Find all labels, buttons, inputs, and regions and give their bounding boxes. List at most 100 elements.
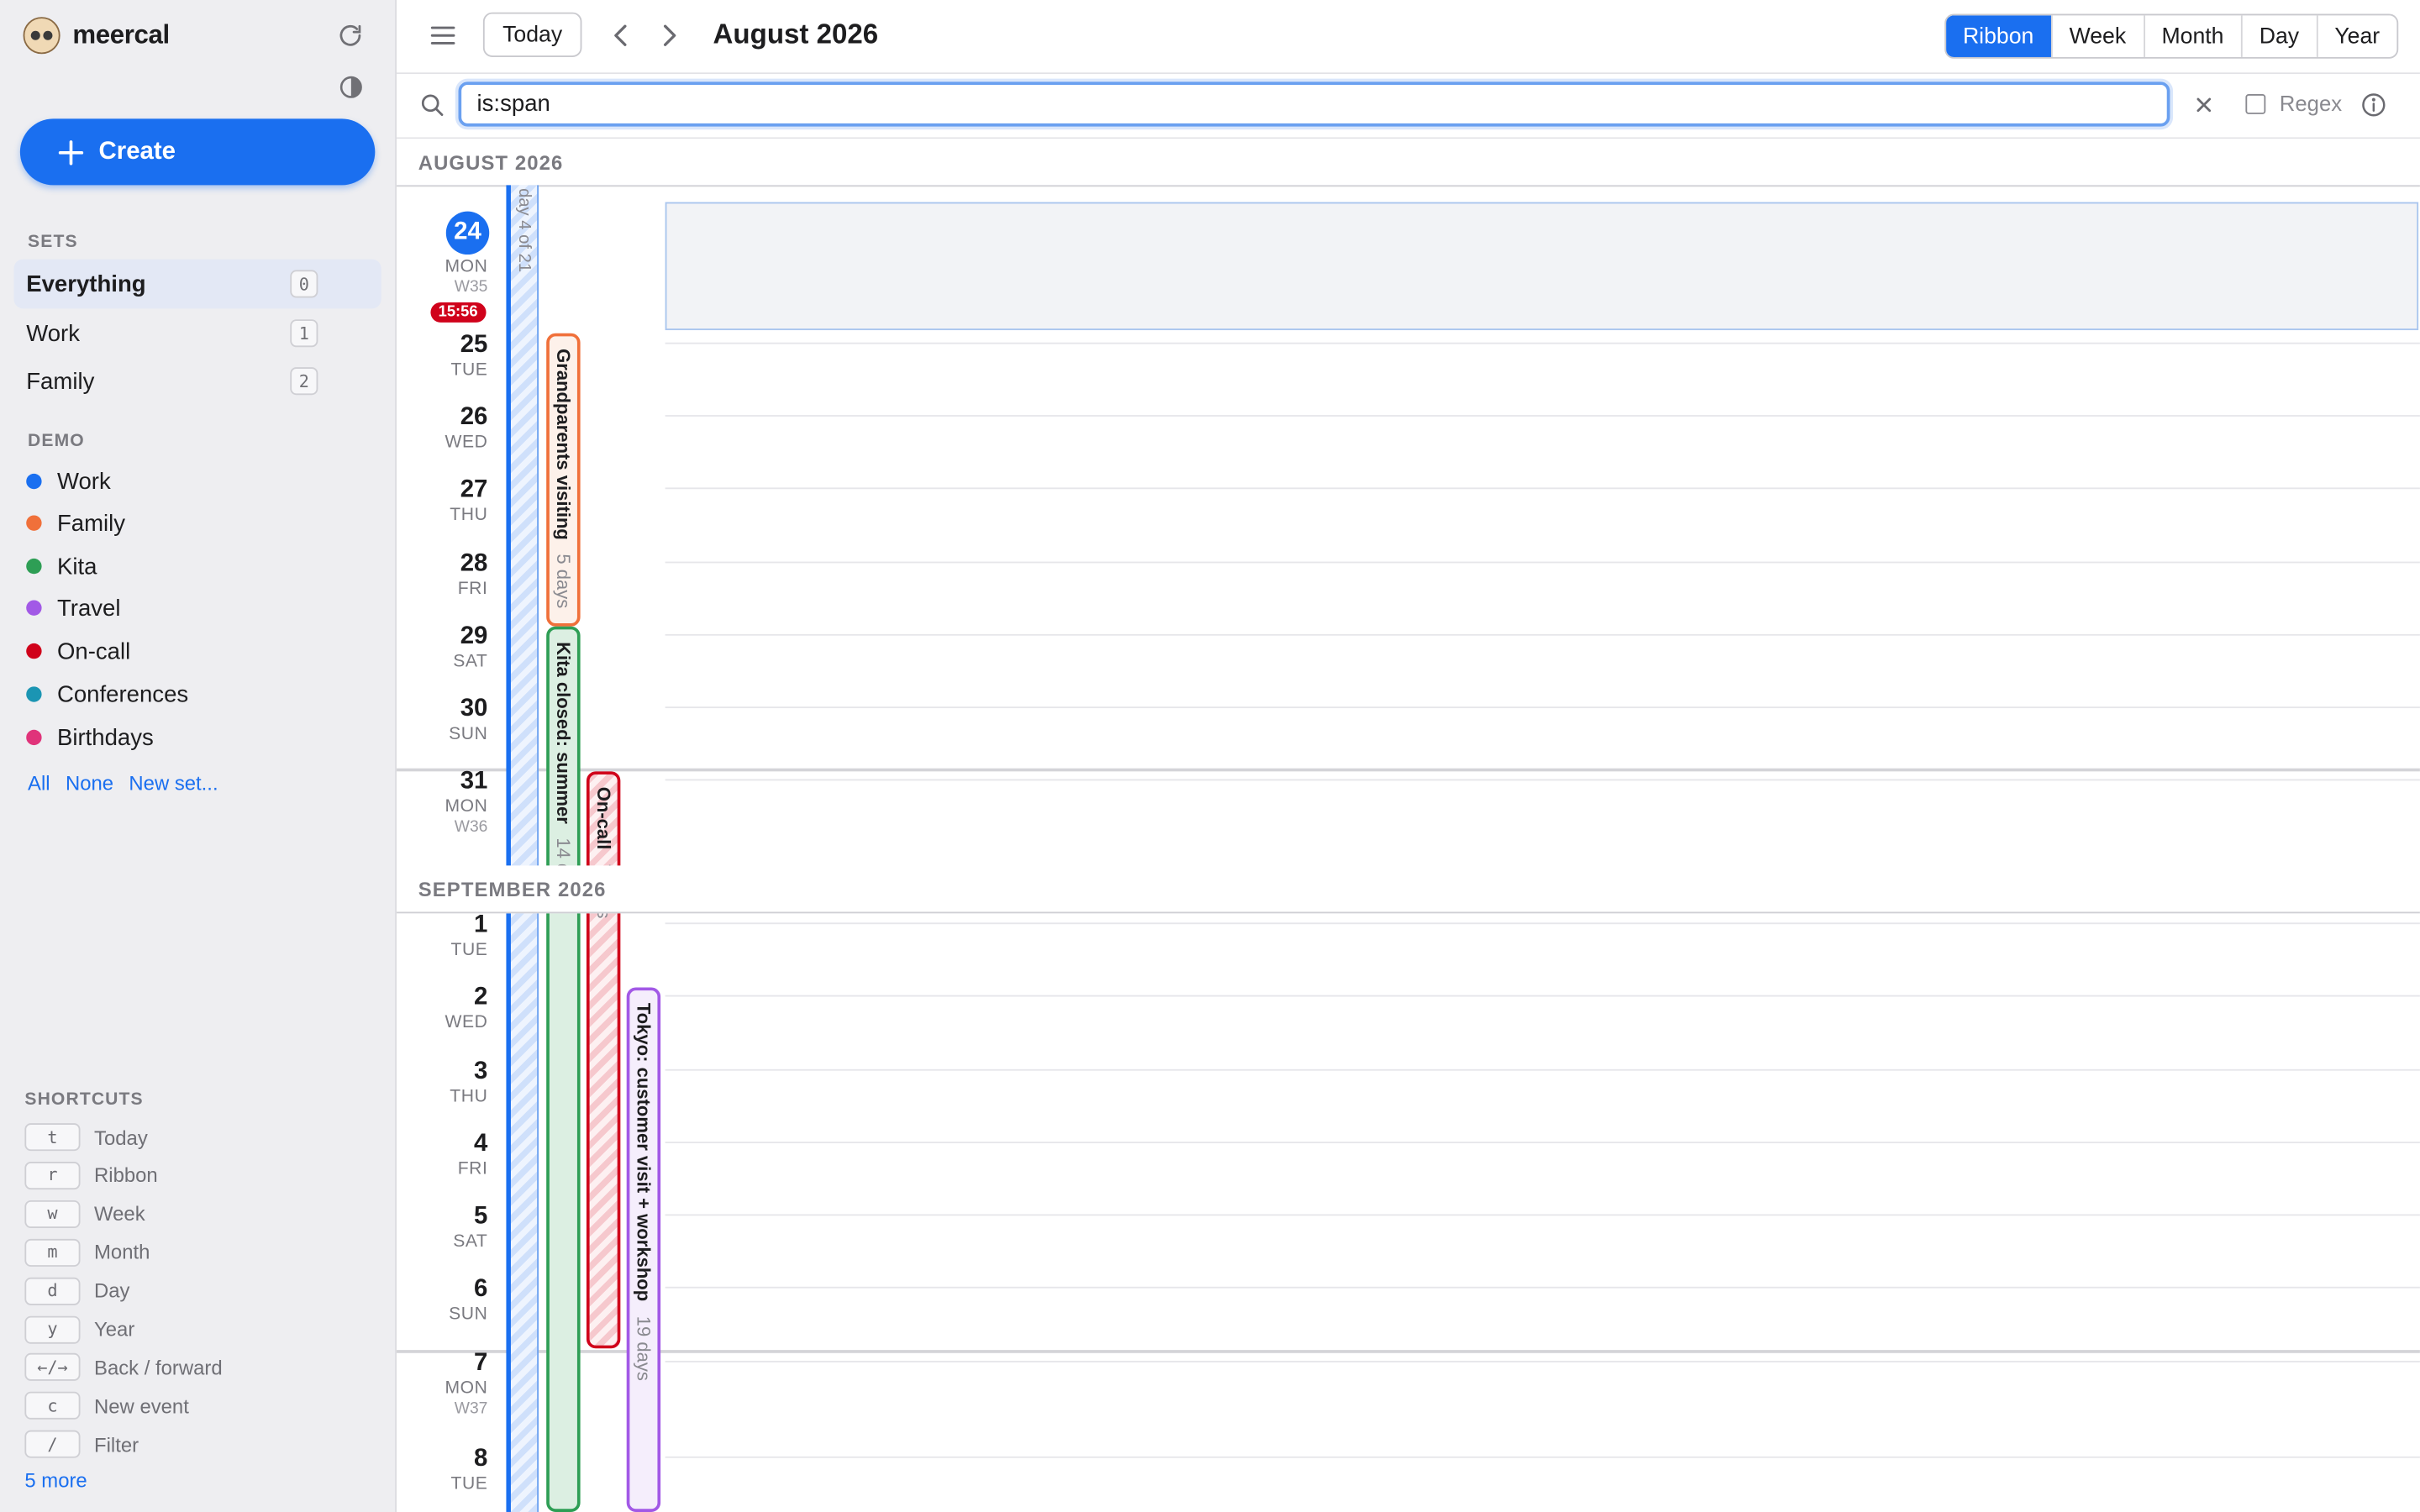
event-bar-family[interactable]: Grandparents visiting 5 days [546, 333, 581, 627]
day-label[interactable]: 27 THU [397, 477, 487, 527]
day-label[interactable]: 3 THU [397, 1058, 487, 1108]
day-number: 8 [474, 1445, 488, 1473]
event-bar-kita[interactable]: Kita closed: summer14 days [546, 626, 581, 1512]
event-title: Grandparents visiting [552, 349, 575, 540]
day-of-week: SUN [449, 725, 488, 744]
set-links: All None New set... [28, 771, 218, 795]
calendar-name: Travel [56, 595, 121, 622]
event-bar-work[interactable]: day 4 of 21 [506, 185, 539, 1512]
view-ribbon-button[interactable]: Ribbon [1945, 15, 2051, 57]
event-bar-on-call[interactable]: On-call7 days [586, 771, 621, 1349]
calendar-item-on-call[interactable]: On-call [26, 634, 130, 668]
event-duration: 19 days [633, 1315, 655, 1380]
view-week-button[interactable]: Week [2050, 15, 2144, 57]
event-bar-travel[interactable]: Tokyo: customer visit + workshop 19 days [626, 987, 661, 1512]
day-label[interactable]: 1 TUE [397, 911, 487, 961]
info-icon[interactable] [2360, 91, 2387, 118]
set-name: Everything [26, 270, 146, 297]
set-count-badge: 0 [290, 270, 318, 298]
day-label[interactable]: 7 MON W37 [397, 1350, 487, 1418]
theme-toggle-button[interactable] [334, 70, 367, 103]
shortcut-row: m Month [24, 1236, 150, 1268]
calendar-color-dot [26, 643, 42, 659]
create-button[interactable]: Create [19, 118, 376, 186]
week-divider [397, 768, 2420, 772]
day-label[interactable]: 29 SAT [397, 623, 487, 673]
regex-checkbox[interactable] [2245, 94, 2266, 114]
set-item-work[interactable]: Work 1 [14, 308, 381, 358]
next-button[interactable] [653, 20, 684, 51]
event-text: Grandparents visiting 5 days [553, 349, 575, 608]
calendar-name: On-call [56, 638, 131, 664]
more-shortcuts-link[interactable]: 5 more [24, 1469, 87, 1493]
prev-button[interactable] [607, 20, 638, 51]
clear-filter-icon[interactable] [2190, 91, 2217, 118]
set-item-family[interactable]: Family 2 [14, 356, 381, 406]
month-header: AUGUST 2026 [397, 139, 2420, 187]
day-label[interactable]: 2 WED [397, 984, 487, 1034]
day-of-week: MON [445, 1379, 488, 1399]
calendar-item-work[interactable]: Work [26, 465, 111, 498]
day-label[interactable]: 28 FRI [397, 551, 488, 601]
day-of-week: SAT [453, 1232, 488, 1252]
day-of-week: TUE [450, 941, 488, 960]
meerkat-logo-icon [23, 17, 60, 55]
day-row-divider [665, 561, 2420, 564]
view-year-button[interactable]: Year [2316, 15, 2396, 57]
day-of-week: TUE [450, 1474, 488, 1494]
search-icon [421, 94, 444, 116]
day-label[interactable]: 6 SUN [397, 1276, 487, 1326]
day-label[interactable]: 26 WED [397, 404, 487, 454]
view-month-button[interactable]: Month [2143, 15, 2240, 57]
regex-label: Regex [2279, 91, 2343, 116]
calendar-item-birthdays[interactable]: Birthdays [26, 721, 154, 754]
today-date-badge[interactable]: 24 [445, 211, 490, 255]
calendar-item-travel[interactable]: Travel [26, 591, 120, 624]
calendar-name: Work [56, 468, 111, 495]
day-label[interactable]: 5 SAT [397, 1204, 487, 1253]
day-row-divider [665, 1068, 2420, 1071]
calendar-item-kita[interactable]: Kita [26, 549, 97, 583]
select-all-link[interactable]: All [28, 771, 50, 795]
day-label[interactable]: 25 TUE [397, 332, 487, 381]
day-row-divider [665, 706, 2420, 709]
day-row-divider [665, 1456, 2420, 1458]
refresh-button[interactable] [334, 18, 367, 52]
day-label[interactable]: 31 MON W36 [397, 769, 487, 837]
shortcut-key: t [24, 1123, 81, 1152]
event-title: Kita closed: summer [552, 642, 575, 824]
calendar-color-dot [26, 473, 42, 490]
select-none-link[interactable]: None [66, 771, 113, 795]
day-row-divider [665, 342, 2420, 344]
day-row-divider [665, 487, 2420, 490]
day-row-divider [665, 1286, 2420, 1289]
event-title: Tokyo: customer visit + workshop [633, 1002, 655, 1302]
new-set-link[interactable]: New set... [129, 771, 218, 795]
toolbar: Today August 2026 Ribbon Week Month Day Year [397, 0, 2420, 75]
calendar-item-conferences[interactable]: Conferences [26, 677, 188, 711]
shortcut-row: c New event [24, 1390, 189, 1421]
shortcut-description: Week [94, 1202, 145, 1226]
day-label[interactable]: 8 TUE [397, 1446, 487, 1495]
menu-button[interactable] [428, 20, 459, 51]
calendar-item-family[interactable]: Family [26, 506, 125, 539]
chevron-left-icon [614, 24, 627, 46]
sidebar: meercal Create SETS Everything 0 Work 1 … [0, 0, 397, 1512]
calendar-color-dot [26, 515, 42, 531]
create-label: Create [98, 138, 176, 165]
day-label[interactable]: 30 SUN [397, 696, 487, 745]
shortcut-key: / [24, 1430, 81, 1459]
event-title: day 4 of 21 [514, 188, 534, 273]
shortcut-description: Filter [94, 1432, 139, 1457]
day-label[interactable]: 4 FRI [397, 1131, 488, 1180]
today-button[interactable]: Today [482, 12, 582, 57]
brand[interactable]: meercal [23, 17, 170, 55]
today-row-highlight [665, 202, 2419, 331]
shortcut-key: w [24, 1200, 81, 1228]
filter-input[interactable] [458, 81, 2170, 127]
set-item-everything[interactable]: Everything 0 [13, 259, 381, 309]
day-number: 3 [474, 1058, 488, 1085]
day-label: MON W35 [397, 256, 487, 297]
event-duration: 5 days [552, 554, 575, 609]
view-day-button[interactable]: Day [2240, 15, 2317, 57]
